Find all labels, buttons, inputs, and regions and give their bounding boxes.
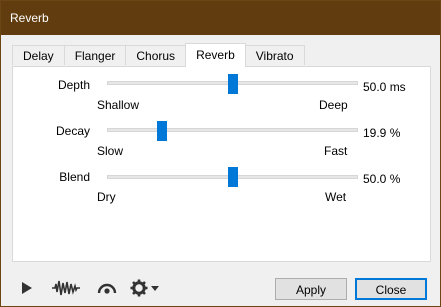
blend-slider-thumb[interactable] [227, 167, 238, 187]
decay-slider-track[interactable] [107, 128, 358, 132]
close-button[interactable]: Close [355, 278, 427, 300]
blend-label: Blend [59, 170, 90, 184]
depth-label: Depth [57, 78, 90, 92]
chevron-down-icon [151, 286, 159, 291]
reverb-dialog: Reverb Delay Flanger Chorus Reverb Vibra… [0, 0, 441, 307]
title-bar[interactable]: Reverb [1, 1, 440, 35]
tab-chorus[interactable]: Chorus [125, 45, 187, 65]
apply-button[interactable]: Apply [275, 278, 347, 300]
depth-min-label: Shallow [97, 98, 140, 112]
depth-value: 50.0 ms [363, 80, 406, 94]
blend-value: 50.0 % [363, 172, 401, 186]
play-icon[interactable] [21, 281, 33, 298]
gear-icon[interactable] [130, 279, 162, 300]
decay-value: 19.9 % [363, 126, 401, 140]
loop-icon[interactable] [96, 281, 118, 298]
blend-min-label: Dry [97, 190, 116, 204]
tab-vibrato[interactable]: Vibrato [244, 45, 305, 65]
reverb-panel: Depth 50.0 ms Shallow Deep Decay 19.9 % … [12, 66, 431, 262]
decay-max-label: Fast [324, 144, 348, 158]
decay-min-label: Slow [97, 144, 124, 158]
depth-max-label: Deep [319, 98, 348, 112]
decay-label: Decay [55, 124, 90, 138]
tab-flanger[interactable]: Flanger [63, 45, 127, 65]
window-title: Reverb [10, 11, 49, 25]
tab-reverb[interactable]: Reverb [185, 43, 246, 67]
tab-delay[interactable]: Delay [12, 45, 65, 65]
blend-max-label: Wet [325, 190, 347, 204]
decay-slider-thumb[interactable] [157, 121, 168, 141]
waveform-icon[interactable] [51, 279, 81, 300]
effect-tabs: Delay Flanger Chorus Reverb Vibrato [12, 43, 305, 67]
depth-slider-thumb[interactable] [227, 74, 238, 94]
